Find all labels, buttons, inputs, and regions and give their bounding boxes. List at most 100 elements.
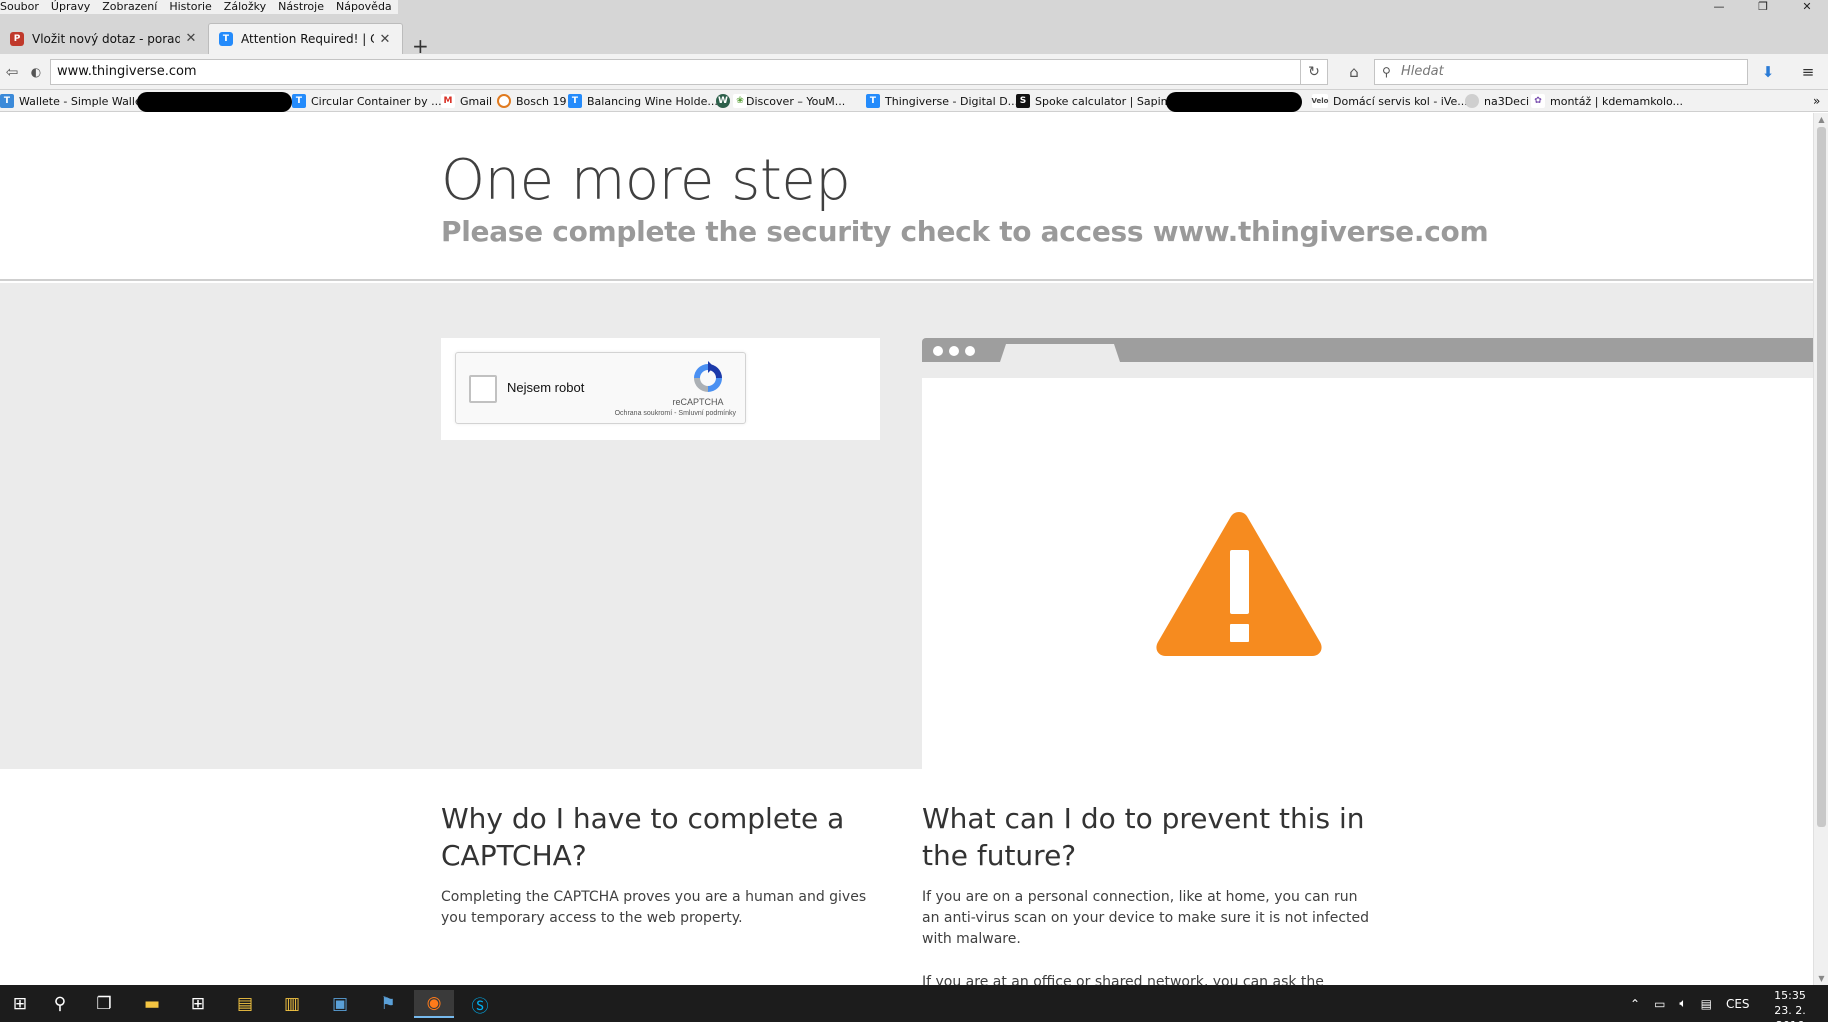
- language-indicator[interactable]: CES: [1726, 997, 1750, 1011]
- search-favicon-icon: [497, 94, 511, 108]
- why-captcha-heading: Why do I have to complete a CAPTCHA?: [441, 802, 845, 872]
- tab-title: Attention Required! | Clou...: [241, 32, 374, 46]
- search-placeholder: Hledat: [1401, 64, 1444, 79]
- menu-tools[interactable]: Nástroje: [272, 0, 330, 14]
- menu-history[interactable]: Historie: [163, 0, 217, 14]
- task-view-icon[interactable]: ❐: [84, 990, 124, 1018]
- navigation-bar: ⇦ ◐ www.thingiverse.com ↻ ⌂ ⚲ Hledat ⬇ ≡: [0, 54, 1828, 90]
- folder-icon[interactable]: ▥: [272, 990, 312, 1018]
- illustration-body: [922, 362, 1813, 769]
- menu-bookmarks[interactable]: Záložky: [218, 0, 272, 14]
- tab-strip: P Vložit nový dotaz - poradn... ✕ T Atte…: [0, 14, 1828, 56]
- site-info-icon[interactable]: ◐: [26, 62, 46, 82]
- menu-edit[interactable]: Úpravy: [45, 0, 96, 14]
- bookmark-wallete[interactable]: T Wallete - Simple Walle...: [0, 93, 152, 109]
- network-app-icon[interactable]: ⚑: [368, 990, 408, 1018]
- firefox-icon[interactable]: ◉: [414, 990, 454, 1018]
- bookmark-balancing-wine[interactable]: T Balancing Wine Holde...: [568, 93, 718, 109]
- recaptcha-terms-link[interactable]: Ochrana soukromí - Smluvní podmínky: [576, 410, 746, 417]
- bookmark-thingiverse[interactable]: T Thingiverse - Digital D...: [866, 93, 1018, 109]
- redaction-block: [1166, 92, 1302, 112]
- menu-file[interactable]: Soubor: [0, 0, 45, 14]
- minimize-button[interactable]: —: [1698, 0, 1740, 14]
- thingiverse-favicon-icon: T: [219, 32, 233, 46]
- bookmark-label: Discover – YouM...: [746, 94, 846, 108]
- bookmarks-bar: T Wallete - Simple Walle... T Circular C…: [0, 90, 1828, 112]
- system-tray: ⌃ ▭ 🔈︎ ▤ CES: [1630, 985, 1764, 1022]
- back-arrow-icon[interactable]: ⇦: [2, 62, 22, 82]
- store-icon[interactable]: ⊞: [178, 990, 218, 1018]
- windows-start-icon[interactable]: ⊞: [0, 990, 40, 1018]
- page-subtitle: Please complete the security check to ac…: [441, 215, 1489, 248]
- bookmark-bosch[interactable]: Bosch 19: [497, 93, 567, 109]
- close-icon[interactable]: ✕: [378, 32, 392, 47]
- window-dot: [965, 346, 975, 356]
- prevent-heading: What can I do to prevent this in the fut…: [922, 802, 1365, 872]
- thingiverse-favicon-icon: T: [866, 94, 880, 108]
- bookmark-label: Gmail: [460, 94, 493, 108]
- bookmarks-overflow-button[interactable]: »: [1813, 93, 1820, 109]
- tray-expand-icon[interactable]: ⌃: [1630, 997, 1640, 1011]
- site-favicon-icon: W: [716, 94, 730, 108]
- menu-help[interactable]: Nápověda: [330, 0, 398, 14]
- thingiverse-favicon-icon: T: [292, 94, 306, 108]
- search-icon[interactable]: ⚲: [40, 990, 80, 1018]
- skype-icon[interactable]: Ⓢ: [460, 990, 500, 1018]
- page-header: One more step Please complete the securi…: [0, 113, 1813, 281]
- new-tab-button[interactable]: +: [412, 36, 429, 56]
- notifications-icon[interactable]: ▤: [1701, 997, 1712, 1011]
- bookmark-label: na3Deci: [1484, 94, 1530, 108]
- bookmark-discover[interactable]: W ❀ Discover – YouM...: [716, 93, 845, 109]
- recaptcha-brand: reCAPTCHA: [672, 397, 724, 407]
- why-captcha-text: Completing the CAPTCHA proves you are a …: [441, 889, 867, 926]
- page-viewport: One more step Please complete the securi…: [0, 113, 1813, 985]
- bookmark-label: Circular Container by ...: [311, 94, 442, 108]
- bookmark-spoke-calculator[interactable]: S Spoke calculator | Sapim: [1016, 93, 1171, 109]
- bookmark-na3deci[interactable]: na3Deci: [1465, 93, 1529, 109]
- window-dot: [933, 346, 943, 356]
- network-icon[interactable]: ▭: [1654, 997, 1665, 1011]
- bookmark-label: Spoke calculator | Sapim: [1035, 94, 1172, 108]
- scrollbar-thumb[interactable]: [1817, 127, 1826, 827]
- reload-icon[interactable]: ↻: [1300, 59, 1328, 85]
- redaction-block: [137, 92, 292, 112]
- volume-icon[interactable]: 🔈︎: [1679, 996, 1686, 1011]
- bookmark-circular-container[interactable]: T Circular Container by ...: [292, 93, 442, 109]
- restore-button[interactable]: ❐: [1742, 0, 1784, 14]
- bookmark-label: Wallete - Simple Walle...: [19, 94, 153, 108]
- url-input[interactable]: www.thingiverse.com: [50, 59, 1300, 85]
- menu-hamburger-icon[interactable]: ≡: [1798, 62, 1818, 82]
- not-robot-label[interactable]: Nejsem robot: [507, 380, 584, 395]
- warning-icon: [1156, 512, 1322, 656]
- not-robot-checkbox[interactable]: [469, 375, 497, 403]
- close-window-button[interactable]: ✕: [1786, 0, 1828, 14]
- search-input[interactable]: ⚲ Hledat: [1374, 59, 1748, 85]
- recaptcha-logo-icon: [694, 361, 722, 392]
- control-panel-icon[interactable]: ▣: [320, 990, 360, 1018]
- bookmark-label: Balancing Wine Holde...: [587, 94, 718, 108]
- sapim-favicon-icon: S: [1016, 94, 1030, 108]
- search-icon: ⚲: [1382, 65, 1391, 79]
- bookmark-montaz[interactable]: ✿ montáž | kdemamkolo...: [1531, 93, 1683, 109]
- home-icon[interactable]: ⌂: [1344, 62, 1364, 82]
- bookmark-label: Thingiverse - Digital D...: [885, 94, 1019, 108]
- bookmark-gmail[interactable]: M Gmail: [441, 93, 492, 109]
- clock-date: 23. 2. 2016: [1774, 1004, 1806, 1032]
- bookmark-domaci-servis[interactable]: Velo Domácí servis kol - iVe...: [1312, 93, 1468, 109]
- tab-attention-required[interactable]: T Attention Required! | Clou... ✕: [208, 23, 403, 54]
- menu-view[interactable]: Zobrazení: [96, 0, 163, 14]
- close-icon[interactable]: ✕: [184, 31, 198, 46]
- menu-list: Soubor Úpravy Zobrazení Historie Záložky…: [0, 0, 398, 14]
- thingiverse-favicon-icon: T: [568, 94, 582, 108]
- scroll-up-icon[interactable]: ▲: [1814, 115, 1828, 124]
- tab-forum[interactable]: P Vložit nový dotaz - poradn... ✕: [0, 23, 208, 54]
- scroll-down-icon[interactable]: ▼: [1814, 974, 1828, 983]
- taskbar-clock[interactable]: 15:35 23. 2. 2016: [1760, 988, 1820, 1033]
- menu-bar: Soubor Úpravy Zobrazení Historie Záložky…: [0, 0, 1828, 14]
- file-explorer-icon[interactable]: ▬: [132, 990, 172, 1018]
- velo-favicon-icon: Velo: [1312, 94, 1329, 108]
- documents-folder-icon[interactable]: ▤: [225, 990, 265, 1018]
- download-icon[interactable]: ⬇: [1758, 62, 1778, 82]
- page-scrollbar[interactable]: ▲ ▼: [1813, 113, 1828, 985]
- tab-title: Vložit nový dotaz - poradn...: [32, 31, 180, 46]
